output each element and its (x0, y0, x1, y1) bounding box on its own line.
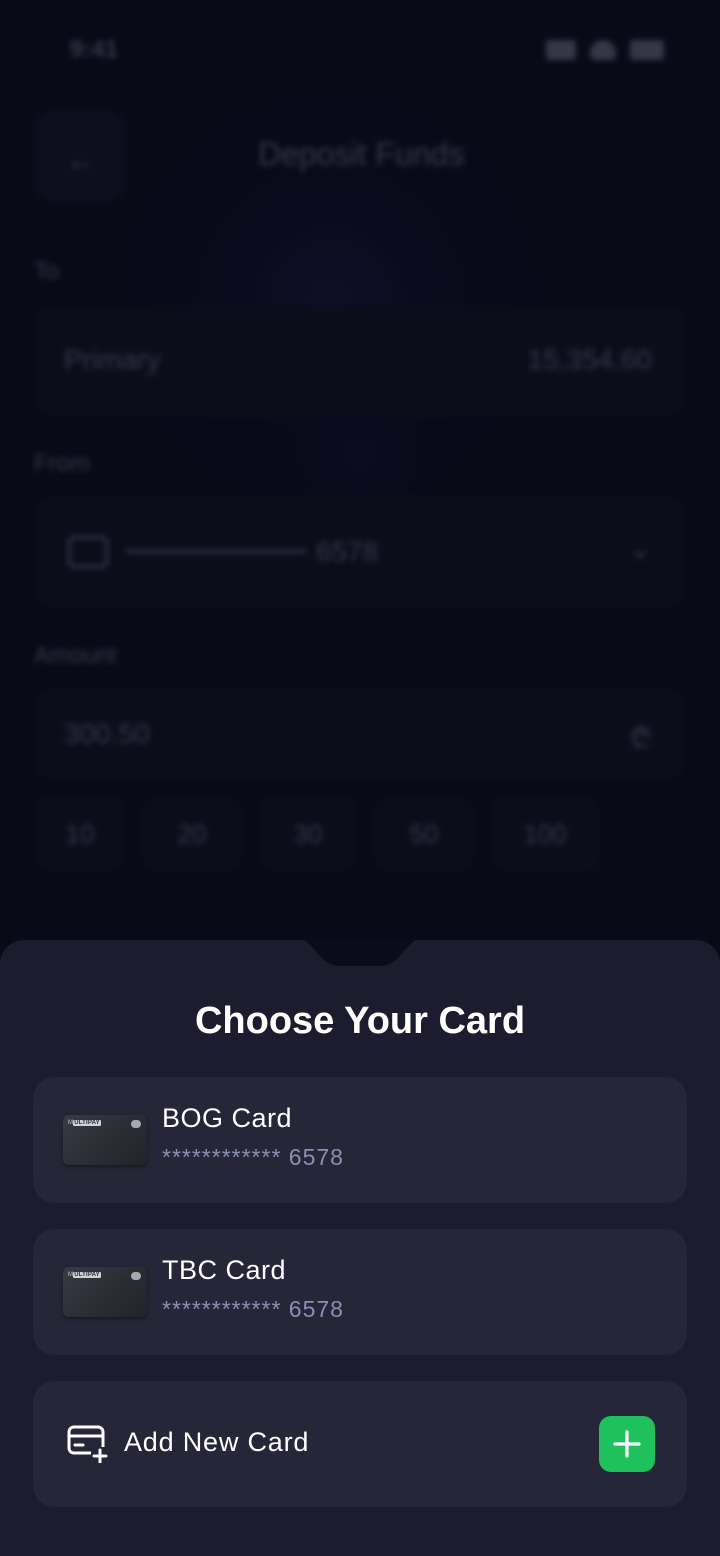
card-name: BOG Card (162, 1103, 293, 1133)
sheet-title: Choose Your Card (194, 1000, 526, 1042)
card-option-bog[interactable]: MULTIPAY BOG Card ************ 6578 (33, 1077, 687, 1203)
card-number: ************ 6578 (162, 1296, 344, 1322)
contactless-icon (131, 1272, 141, 1280)
card-number: ************ 6578 (162, 1144, 344, 1170)
contactless-icon (131, 1120, 141, 1128)
card-plus-icon (67, 1425, 109, 1463)
add-new-card-label: Add New Card (124, 1427, 310, 1457)
sheet-notch (296, 938, 424, 966)
card-option-tbc[interactable]: MULTIPAY TBC Card ************ 6578 (33, 1229, 687, 1355)
card-thumbnail: MULTIPAY (63, 1267, 147, 1317)
modal-overlay[interactable] (0, 0, 720, 1000)
choose-card-sheet: Choose Your Card MULTIPAY BOG Card *****… (0, 938, 720, 1556)
add-new-card-row[interactable]: Add New Card (33, 1381, 687, 1507)
card-brand-logo: MULTIPAY (68, 1120, 101, 1126)
card-thumbnail: MULTIPAY (63, 1115, 147, 1165)
add-card-button[interactable] (599, 1416, 655, 1472)
card-name: TBC Card (162, 1255, 287, 1285)
card-brand-logo: MULTIPAY (68, 1272, 101, 1278)
plus-icon (613, 1430, 641, 1458)
